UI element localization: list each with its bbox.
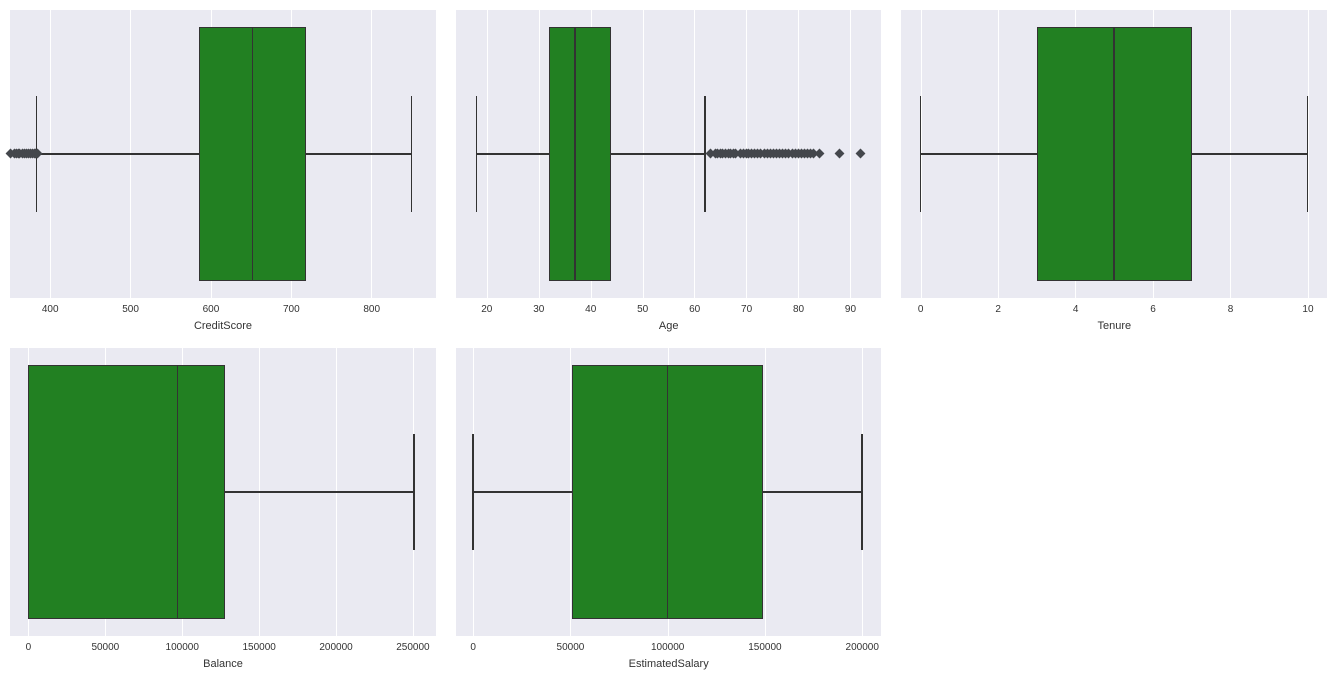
iqr-box <box>28 365 225 618</box>
tick-label: 100000 <box>166 642 199 653</box>
cell-tenure: 0246810Tenure <box>891 0 1337 338</box>
tick-label: 800 <box>363 304 380 315</box>
whisker-cap-high <box>861 434 863 549</box>
x-axis-label: CreditScore <box>10 320 436 332</box>
whisker-cap-low <box>920 96 922 211</box>
tick-label: 200000 <box>846 642 879 653</box>
tick-label: 700 <box>283 304 300 315</box>
plot-area <box>456 348 882 636</box>
tick-label: 500 <box>122 304 139 315</box>
cell-balance: 050000100000150000200000250000Balance <box>0 338 446 676</box>
x-axis: 2030405060708090Age <box>456 298 882 338</box>
plot-area <box>456 10 882 298</box>
tick-label: 4 <box>1073 304 1079 315</box>
tick-label: 40 <box>585 304 596 315</box>
tick-label: 2 <box>995 304 1001 315</box>
cell-creditscore: 400500600700800CreditScore <box>0 0 446 338</box>
tick-label: 50000 <box>91 642 119 653</box>
x-axis-label: Tenure <box>901 320 1327 332</box>
tick-label: 6 <box>1150 304 1156 315</box>
tick-label: 30 <box>533 304 544 315</box>
plot-area <box>901 10 1327 298</box>
outlier-marker <box>835 149 845 159</box>
x-axis-label: Balance <box>10 658 436 670</box>
outlier-group <box>456 147 882 161</box>
tick-row: 2030405060708090 <box>456 298 882 310</box>
median-line <box>667 365 669 618</box>
tick-label: 0 <box>918 304 924 315</box>
tick-row: 400500600700800 <box>10 298 436 310</box>
whisker-cap-high <box>1307 96 1309 211</box>
tick-label: 50 <box>637 304 648 315</box>
tick-label: 90 <box>845 304 856 315</box>
boxplot-grid: 400500600700800CreditScore 2030405060708… <box>0 0 1337 676</box>
whisker-cap-high <box>413 434 415 549</box>
cell-empty <box>891 338 1337 676</box>
tick-label: 60 <box>689 304 700 315</box>
x-axis: 050000100000150000200000250000Balance <box>10 636 436 676</box>
tick-label: 250000 <box>396 642 429 653</box>
x-axis-label: Age <box>456 320 882 332</box>
tick-label: 150000 <box>242 642 275 653</box>
cell-estimatedsalary: 050000100000150000200000EstimatedSalary <box>446 338 892 676</box>
tick-label: 0 <box>470 642 476 653</box>
cell-age: 2030405060708090Age <box>446 0 892 338</box>
tick-label: 80 <box>793 304 804 315</box>
tick-label: 10 <box>1302 304 1313 315</box>
outlier-group <box>10 147 436 161</box>
x-axis-label: EstimatedSalary <box>456 658 882 670</box>
median-line <box>1113 27 1115 280</box>
tick-row: 050000100000150000200000 <box>456 636 882 648</box>
tick-label: 600 <box>203 304 220 315</box>
tick-label: 100000 <box>651 642 684 653</box>
x-axis: 050000100000150000200000EstimatedSalary <box>456 636 882 676</box>
tick-label: 70 <box>741 304 752 315</box>
tick-label: 8 <box>1228 304 1234 315</box>
tick-label: 150000 <box>748 642 781 653</box>
x-axis: 0246810Tenure <box>901 298 1327 338</box>
x-axis: 400500600700800CreditScore <box>10 298 436 338</box>
tick-label: 0 <box>26 642 32 653</box>
tick-row: 0246810 <box>901 298 1327 310</box>
outlier-marker <box>856 149 866 159</box>
whisker-cap-low <box>472 434 474 549</box>
tick-label: 20 <box>481 304 492 315</box>
plot-area <box>10 10 436 298</box>
plot-area <box>10 348 436 636</box>
median-line <box>177 365 179 618</box>
tick-label: 200000 <box>319 642 352 653</box>
tick-label: 400 <box>42 304 59 315</box>
tick-label: 50000 <box>557 642 585 653</box>
tick-row: 050000100000150000200000250000 <box>10 636 436 648</box>
